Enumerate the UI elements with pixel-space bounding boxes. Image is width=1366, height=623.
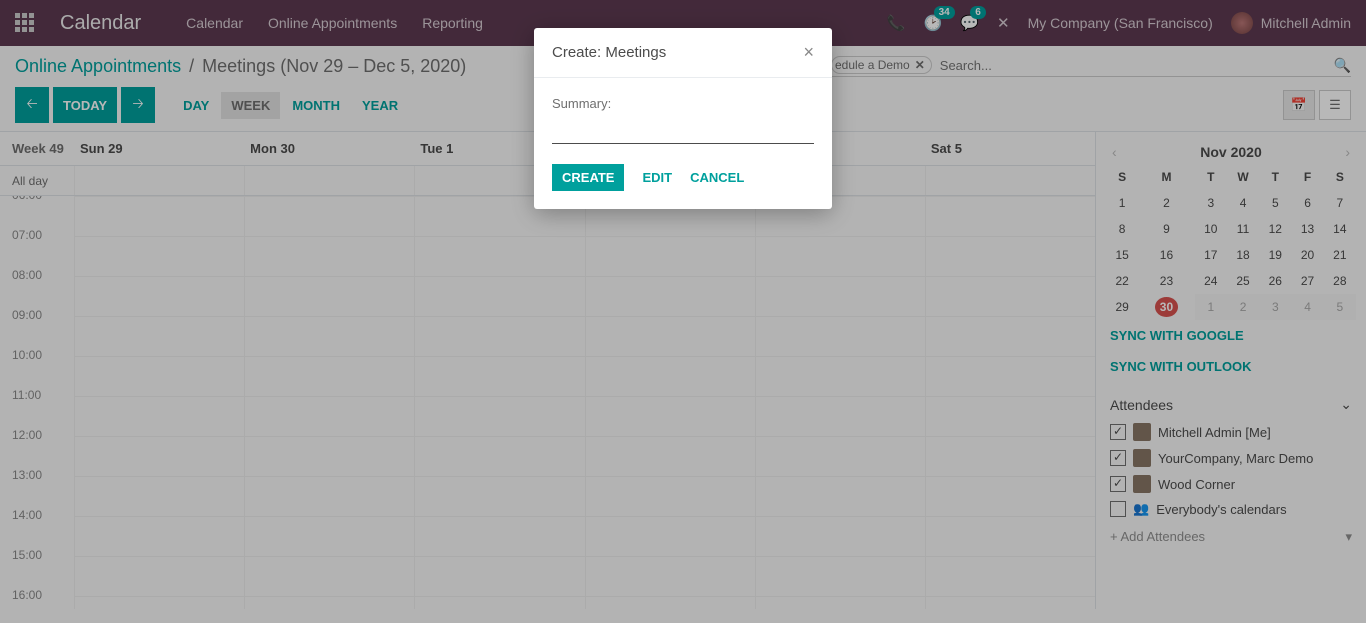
modal-backdrop[interactable]: Create: Meetings × Summary: CREATE EDIT … — [0, 0, 1366, 623]
summary-label: Summary: — [552, 96, 814, 111]
create-button[interactable]: CREATE — [552, 164, 624, 191]
edit-button[interactable]: EDIT — [642, 170, 672, 185]
create-meeting-modal: Create: Meetings × Summary: CREATE EDIT … — [534, 28, 832, 209]
cancel-button[interactable]: CANCEL — [690, 170, 744, 185]
modal-title: Create: Meetings — [552, 44, 666, 61]
close-icon[interactable]: × — [803, 42, 814, 63]
summary-input[interactable] — [552, 119, 814, 144]
